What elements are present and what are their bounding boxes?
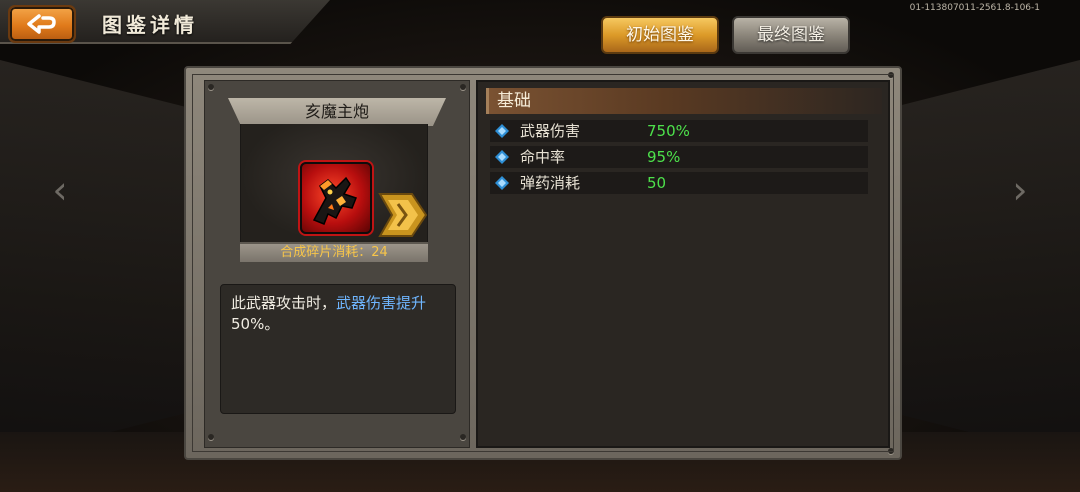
stat-label: 武器伤害: [520, 122, 581, 140]
stat-label: 命中率: [520, 148, 566, 166]
stats-panel: 基础 武器伤害 750% 命中率 95% 弹药消耗 50: [476, 80, 890, 448]
tab-initial-codex[interactable]: 初始图鉴: [601, 16, 719, 54]
fragment-cost-label: 合成碎片消耗：: [280, 245, 372, 260]
wall-chevron-right-icon: ›: [1012, 168, 1028, 212]
version-text: 01-113807011-2561.8-106-1: [909, 3, 1040, 13]
back-button[interactable]: [8, 5, 76, 43]
stat-value: 95%: [647, 148, 681, 166]
wall-chevron-left-icon: ‹: [52, 168, 68, 212]
corridor-wall-left: [0, 60, 190, 460]
description-text: 此武器攻击时，: [231, 294, 337, 312]
next-weapon-button[interactable]: [378, 190, 428, 240]
header: 图鉴详情 01-113807011-2561.8-106-1 初始图鉴 最终图鉴: [0, 0, 1080, 54]
diamond-bullet-icon: [495, 124, 509, 138]
rivet: [888, 448, 894, 454]
corridor-wall-right: [890, 60, 1080, 460]
stat-row-damage: 武器伤害 750%: [490, 120, 868, 142]
description-text: 50%。: [231, 315, 280, 333]
weapon-description: 此武器攻击时，武器伤害提升 50%。: [220, 284, 456, 414]
stat-value: 750%: [647, 122, 690, 140]
tab-final-codex[interactable]: 最终图鉴: [732, 16, 850, 54]
stat-label: 弹药消耗: [520, 174, 581, 192]
weapon-icon-button[interactable]: [300, 162, 372, 234]
diamond-bullet-icon: [495, 150, 509, 164]
fragment-cost: 合成碎片消耗：24: [240, 242, 428, 262]
section-header-basic: 基础: [486, 88, 882, 114]
page-title: 图鉴详情: [102, 13, 198, 37]
stat-value: 50: [647, 174, 667, 192]
weapon-name: 亥魔主炮: [228, 98, 446, 126]
fragment-cost-value: 24: [371, 245, 388, 260]
diamond-bullet-icon: [495, 176, 509, 190]
rivet: [208, 434, 214, 440]
back-arrow-icon: [27, 14, 56, 34]
rivet: [460, 434, 466, 440]
rivet: [460, 84, 466, 90]
chevron-right-icon: [378, 193, 428, 237]
description-highlight: 武器伤害提升: [336, 294, 427, 312]
rivet: [208, 84, 214, 90]
stat-row-accuracy: 命中率 95%: [490, 146, 868, 168]
rivet: [888, 72, 894, 78]
stat-row-ammo: 弹药消耗 50: [490, 172, 868, 194]
beast-cannon-icon: [312, 176, 357, 225]
